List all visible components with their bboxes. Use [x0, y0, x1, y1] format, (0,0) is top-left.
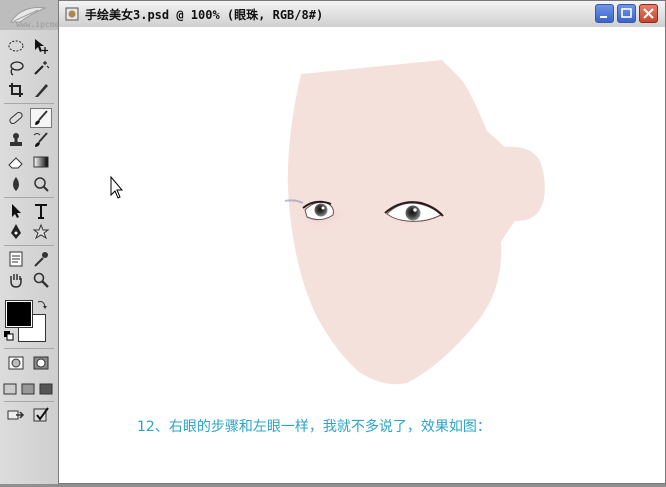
ellipse-marquee-icon	[8, 40, 24, 52]
pen-tool[interactable]	[5, 222, 27, 242]
document-window: 手绘美女3.psd @ 100% (眼珠, RGB/8#) 12、右眼的步骤和左…	[58, 0, 666, 484]
marquee-tool[interactable]	[5, 36, 27, 56]
toolbox: www.ipcme.com	[0, 0, 79, 484]
psd-file-icon	[65, 7, 79, 21]
history-brush-tool[interactable]	[30, 130, 52, 150]
imageready-icon	[7, 410, 25, 420]
magic-wand-tool[interactable]	[30, 58, 52, 78]
lasso-tool[interactable]	[5, 58, 27, 78]
quick-mask-mode-button[interactable]	[30, 353, 52, 373]
pen-icon	[11, 224, 21, 239]
toolbox-divider	[4, 197, 54, 198]
maximize-button[interactable]	[617, 4, 636, 23]
magic-wand-icon	[34, 61, 50, 75]
eyedropper-tool[interactable]	[30, 249, 52, 269]
crop-tool[interactable]	[5, 80, 27, 100]
magnifier-icon	[33, 272, 49, 288]
stamp-icon	[10, 133, 22, 146]
notes-tool[interactable]	[5, 249, 27, 269]
imageready-check-button[interactable]	[30, 405, 52, 425]
eyedropper-icon	[34, 252, 48, 267]
dodge-icon	[34, 177, 49, 192]
crop-icon	[9, 83, 23, 97]
notes-icon	[9, 251, 23, 267]
screen-mode-full[interactable]	[37, 379, 55, 399]
mouse-cursor	[110, 175, 124, 199]
lasso-icon	[10, 61, 24, 76]
default-colors-icon[interactable]	[4, 331, 14, 341]
face-illustration	[110, 60, 545, 385]
gradient-tool[interactable]	[30, 152, 52, 172]
arrow-icon	[12, 204, 21, 218]
hand-tool[interactable]	[5, 270, 27, 290]
close-icon	[643, 8, 654, 19]
move-icon	[35, 39, 48, 54]
screen-mode-standard[interactable]	[1, 379, 19, 399]
foreground-color-swatch[interactable]	[5, 300, 33, 328]
healing-brush-tool[interactable]	[5, 108, 27, 128]
close-button[interactable]	[639, 4, 658, 23]
star-shape-icon	[32, 223, 50, 240]
document-title: 手绘美女3.psd @ 100% (眼珠, RGB/8#)	[85, 8, 324, 22]
image-canvas[interactable]: 12、右眼的步骤和左眼一样，我就不多说了，效果如图：	[59, 27, 665, 483]
zoom-tool[interactable]	[30, 270, 52, 290]
toolbox-header: www.ipcme.com	[0, 0, 79, 30]
toolbox-divider	[4, 103, 54, 104]
eraser-tool[interactable]	[5, 152, 27, 172]
quick-mask-icon	[33, 356, 49, 370]
screen-mode-standard-icon	[3, 383, 17, 395]
minimize-icon	[600, 16, 607, 18]
right-iris	[405, 205, 421, 221]
shape-tool[interactable]	[30, 222, 52, 242]
screen-mode-menubar-icon	[21, 383, 35, 395]
brush-icon	[35, 110, 48, 125]
dodge-tool[interactable]	[30, 174, 52, 194]
bandage-icon	[9, 111, 23, 125]
minimize-button[interactable]	[595, 4, 614, 23]
screen-mode-full-icon	[39, 383, 53, 395]
hand-icon	[10, 274, 22, 288]
standard-mode-icon	[8, 356, 24, 370]
maximize-icon	[621, 8, 632, 18]
screen-mode-menubar[interactable]	[19, 379, 37, 399]
stamp-tool[interactable]	[5, 130, 27, 150]
toolbox-divider	[4, 348, 54, 349]
gradient-icon	[33, 156, 49, 168]
standard-mode-button[interactable]	[5, 353, 27, 373]
toolbox-divider	[4, 245, 54, 246]
jump-to-imageready-button[interactable]	[5, 405, 27, 425]
swap-colors-icon[interactable]	[36, 298, 48, 310]
history-brush-icon	[33, 132, 48, 147]
eraser-icon	[8, 157, 23, 169]
slice-tool[interactable]	[30, 80, 52, 100]
blur-tool[interactable]	[5, 174, 27, 194]
type-tool[interactable]	[30, 201, 52, 221]
toolbox-divider	[4, 401, 54, 402]
caption-text: 12、右眼的步骤和左眼一样，我就不多说了，效果如图：	[137, 419, 491, 435]
path-select-tool[interactable]	[5, 201, 27, 221]
slice-icon	[35, 84, 48, 97]
brush-tool[interactable]	[30, 108, 52, 128]
checkmark-icon	[33, 407, 49, 422]
move-tool[interactable]	[30, 36, 52, 56]
left-iris	[314, 203, 328, 217]
type-icon	[35, 204, 47, 219]
document-title-bar[interactable]: 手绘美女3.psd @ 100% (眼珠, RGB/8#)	[59, 1, 665, 28]
drop-icon	[13, 177, 19, 191]
